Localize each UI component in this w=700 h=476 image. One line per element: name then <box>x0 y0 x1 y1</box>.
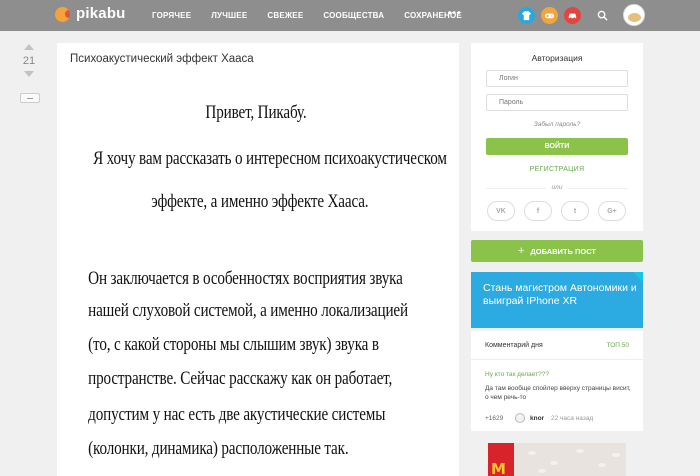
nav-item-best[interactable]: ЛУЧШЕЕ <box>211 11 247 20</box>
comment-rating: +1629 <box>485 415 504 422</box>
plus-icon: + <box>517 245 525 257</box>
vk-icon[interactable]: VK <box>487 201 515 221</box>
logo-icon <box>55 6 70 22</box>
promo-banner[interactable]: Стань магистром Автономики и выиграй IPh… <box>471 272 643 328</box>
login-button[interactable]: ВОЙТИ <box>486 138 628 155</box>
search-icon[interactable] <box>597 10 608 21</box>
ad-logo-box: M <box>488 443 514 476</box>
auth-title: Авторизация <box>531 53 583 63</box>
google-plus-icon[interactable]: G+ <box>598 201 626 221</box>
image-text-line: пространстве. Сейчас расскажу как он раб… <box>88 369 393 389</box>
ad-decoration <box>528 451 536 455</box>
comment-post-link[interactable]: Ну кто так делает??? <box>485 371 549 378</box>
divider <box>471 359 643 360</box>
forgot-password-link[interactable]: Забыл пароль? <box>471 121 643 128</box>
mcdonalds-ad[interactable]: M <box>488 443 626 476</box>
nav-item-fresh[interactable]: СВЕЖЕЕ <box>267 11 303 20</box>
main-nav: ГОРЯЧЕЕ ЛУЧШЕЕ СВЕЖЕЕ СООБЩЕСТВА СОХРАНЕ… <box>152 11 482 20</box>
car-icon[interactable] <box>564 7 581 24</box>
mcdonalds-logo: M <box>491 460 506 476</box>
collapse-story-button[interactable] <box>20 93 40 103</box>
twitter-icon[interactable]: t <box>561 201 589 221</box>
banner-decoration <box>633 272 643 282</box>
story-card: Психоакустический эффект Хааса Привет, П… <box>57 43 459 476</box>
more-menu-button[interactable]: ••• <box>448 8 462 19</box>
story-rating: 21 <box>22 55 36 67</box>
comment-text: Да там вообще спойлер вверху страницы ви… <box>485 385 631 401</box>
banner-text: Стань магистром Автономики и выиграй IPh… <box>483 282 637 307</box>
add-post-label: ДОБАВИТЬ ПОСТ <box>530 246 597 256</box>
facebook-icon[interactable]: f <box>524 201 552 221</box>
password-input[interactable]: Пароль <box>486 94 628 111</box>
top-header: pikabu ГОРЯЧЕЕ ЛУЧШЕЕ СВЕЖЕЕ СООБЩЕСТВА … <box>0 0 700 31</box>
downvote-arrow-icon[interactable] <box>24 71 34 77</box>
logo-text: pikabu <box>76 5 126 22</box>
image-text-line: Он заключается в особенностях восприятия… <box>88 269 403 289</box>
comment-of-day: Комментарий дня ТОП 50 Ну кто так делает… <box>471 331 643 431</box>
ad-decoration <box>538 469 546 473</box>
ad-decoration <box>598 463 606 467</box>
image-text-line: эффекте, а именно эффекте Хааса. <box>151 192 369 212</box>
image-text-line: нашей слуховой системой, а именно локали… <box>88 301 408 321</box>
login-input[interactable]: Логин <box>486 70 628 87</box>
auth-panel: Авторизация Логин Пароль Забыл пароль? В… <box>471 43 643 231</box>
ad-decoration <box>550 461 558 465</box>
story-title[interactable]: Психоакустический эффект Хааса <box>70 53 254 65</box>
register-link[interactable]: РЕГИСТРАЦИЯ <box>471 166 643 173</box>
add-post-button[interactable]: + ДОБАВИТЬ ПОСТ <box>471 240 643 262</box>
nav-item-hot[interactable]: ГОРЯЧЕЕ <box>152 11 191 20</box>
ad-decoration <box>576 449 584 453</box>
commenter-avatar[interactable] <box>515 413 525 423</box>
image-text-line: Я хочу вам рассказать о интересном психо… <box>93 149 447 169</box>
upvote-arrow-icon[interactable] <box>24 44 34 50</box>
gamepad-icon[interactable] <box>541 7 558 24</box>
nav-item-communities[interactable]: СООБЩЕСТВА <box>323 11 384 20</box>
image-text-line: (то, с какой стороны мы слышим звук) зву… <box>88 335 379 355</box>
pikabu-logo[interactable]: pikabu <box>55 6 126 22</box>
image-text-line: допустим у нас есть две акустические сис… <box>88 405 386 425</box>
image-text-line: Привет, Пикабу. <box>205 103 307 123</box>
tshirt-icon[interactable] <box>518 7 535 24</box>
image-text-line: (колонки, динамика) расположенные так. <box>88 439 349 459</box>
user-avatar[interactable] <box>623 4 645 26</box>
divider <box>568 188 628 189</box>
top-50-link[interactable]: ТОП 50 <box>607 342 629 349</box>
ad-decoration <box>612 453 620 457</box>
comment-time: 22 часа назад <box>551 415 594 422</box>
comment-of-day-heading: Комментарий дня <box>485 342 543 349</box>
commenter-name[interactable]: knor <box>530 415 544 422</box>
